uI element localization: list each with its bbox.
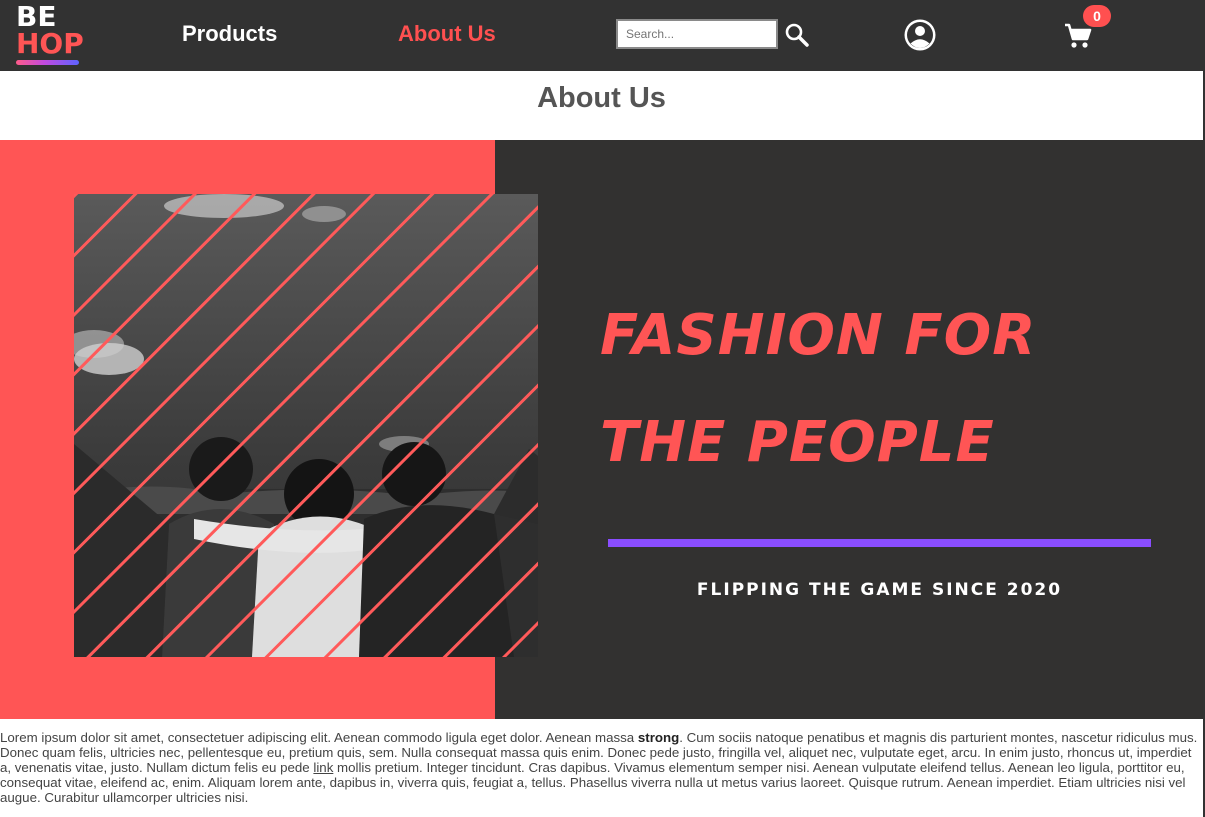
- search-icon[interactable]: [784, 22, 810, 48]
- top-navbar: BE HOP Products About Us 0: [0, 0, 1203, 71]
- behop-logo[interactable]: BE HOP: [14, 3, 84, 67]
- nav-link-products[interactable]: Products: [182, 20, 277, 48]
- hero-photo: [74, 194, 538, 657]
- about-body-text: Lorem ipsum dolor sit amet, consectetuer…: [0, 730, 1198, 805]
- shopping-cart-icon[interactable]: [1064, 22, 1092, 50]
- search-input[interactable]: [616, 19, 778, 49]
- hero-heading: FASHION FOR THE PEOPLE: [600, 303, 1037, 475]
- logo-text-bottom: HOP: [16, 27, 84, 60]
- nav-link-about-us[interactable]: About Us: [398, 20, 496, 48]
- account-circle-icon[interactable]: [903, 18, 937, 52]
- cart-count-badge: 0: [1083, 5, 1111, 27]
- page-title: About Us: [537, 82, 666, 114]
- logo-brush-stroke: [16, 60, 79, 65]
- hero-tagline: FLIPPING THE GAME SINCE 2020: [696, 580, 1063, 600]
- body-text-strong: strong: [637, 730, 680, 745]
- hero-divider: [608, 539, 1151, 547]
- body-text-link[interactable]: link: [313, 760, 333, 775]
- body-text-part1: Lorem ipsum dolor sit amet, consectetuer…: [0, 730, 638, 745]
